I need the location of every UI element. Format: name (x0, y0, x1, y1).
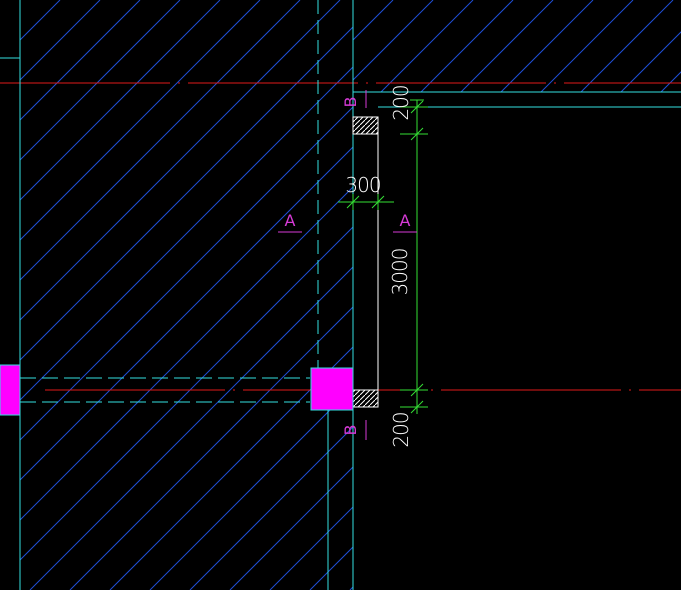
hatch-line (353, 0, 394, 41)
hatch-line (353, 0, 434, 81)
hatch-line (470, 0, 681, 590)
dim-text-top-offset: 200 (389, 85, 413, 120)
hatch-line (500, 0, 594, 92)
hatch-line (20, 0, 181, 161)
section-label-b-top[interactable]: B (341, 97, 360, 108)
hatch-line (590, 0, 681, 590)
hatch-line (580, 0, 674, 92)
hatch-line (20, 0, 21, 1)
hatch-line (189, 426, 353, 590)
opening-jamb-bottom (352, 389, 379, 408)
hatch-line (20, 0, 221, 201)
hatch-line (390, 0, 681, 590)
hatch-line (29, 266, 353, 590)
hatch-line (353, 0, 354, 1)
hatch-line (630, 0, 681, 590)
section-label-a-left[interactable]: A (285, 211, 296, 230)
hatch-line (660, 71, 681, 92)
hatch-line (430, 0, 681, 590)
hatch-line (20, 66, 353, 401)
dimension-lines (338, 99, 428, 414)
opening-jamb-top (352, 116, 379, 135)
section-label-b-bottom[interactable]: B (341, 425, 360, 436)
hatch-line (380, 0, 474, 92)
column-middle[interactable] (310, 367, 354, 411)
cad-canvas[interactable]: 200 300 3000 200 A A B B (0, 0, 681, 590)
hatch-line (420, 0, 514, 92)
hatch-line (550, 0, 681, 590)
wall-lines (0, 0, 681, 590)
hatch-line (20, 186, 353, 521)
hatch-line (20, 26, 353, 361)
hatch-line (510, 0, 681, 590)
hatch-line (69, 306, 353, 590)
wall-hatch-left (20, 0, 681, 590)
hatch-line (20, 226, 353, 561)
cad-drawing-viewport[interactable]: 200 300 3000 200 A A B B (0, 0, 681, 590)
hatch-line (540, 0, 634, 92)
axis-lines (0, 82, 681, 391)
hatch-line (229, 466, 353, 590)
dim-text-bottom-offset: 200 (389, 412, 413, 447)
hatch-line (620, 31, 681, 92)
dim-text-width: 300 (345, 173, 380, 197)
column-left[interactable] (0, 364, 21, 416)
section-label-a-right[interactable]: A (400, 211, 411, 230)
wall-hatch-top (353, 0, 681, 92)
opening-outline[interactable] (352, 116, 379, 408)
dim-text-height: 3000 (388, 249, 412, 296)
hatch-line (149, 386, 353, 590)
hatch-line (309, 546, 353, 590)
hatch-line (670, 0, 681, 590)
hatch-line (460, 0, 554, 92)
